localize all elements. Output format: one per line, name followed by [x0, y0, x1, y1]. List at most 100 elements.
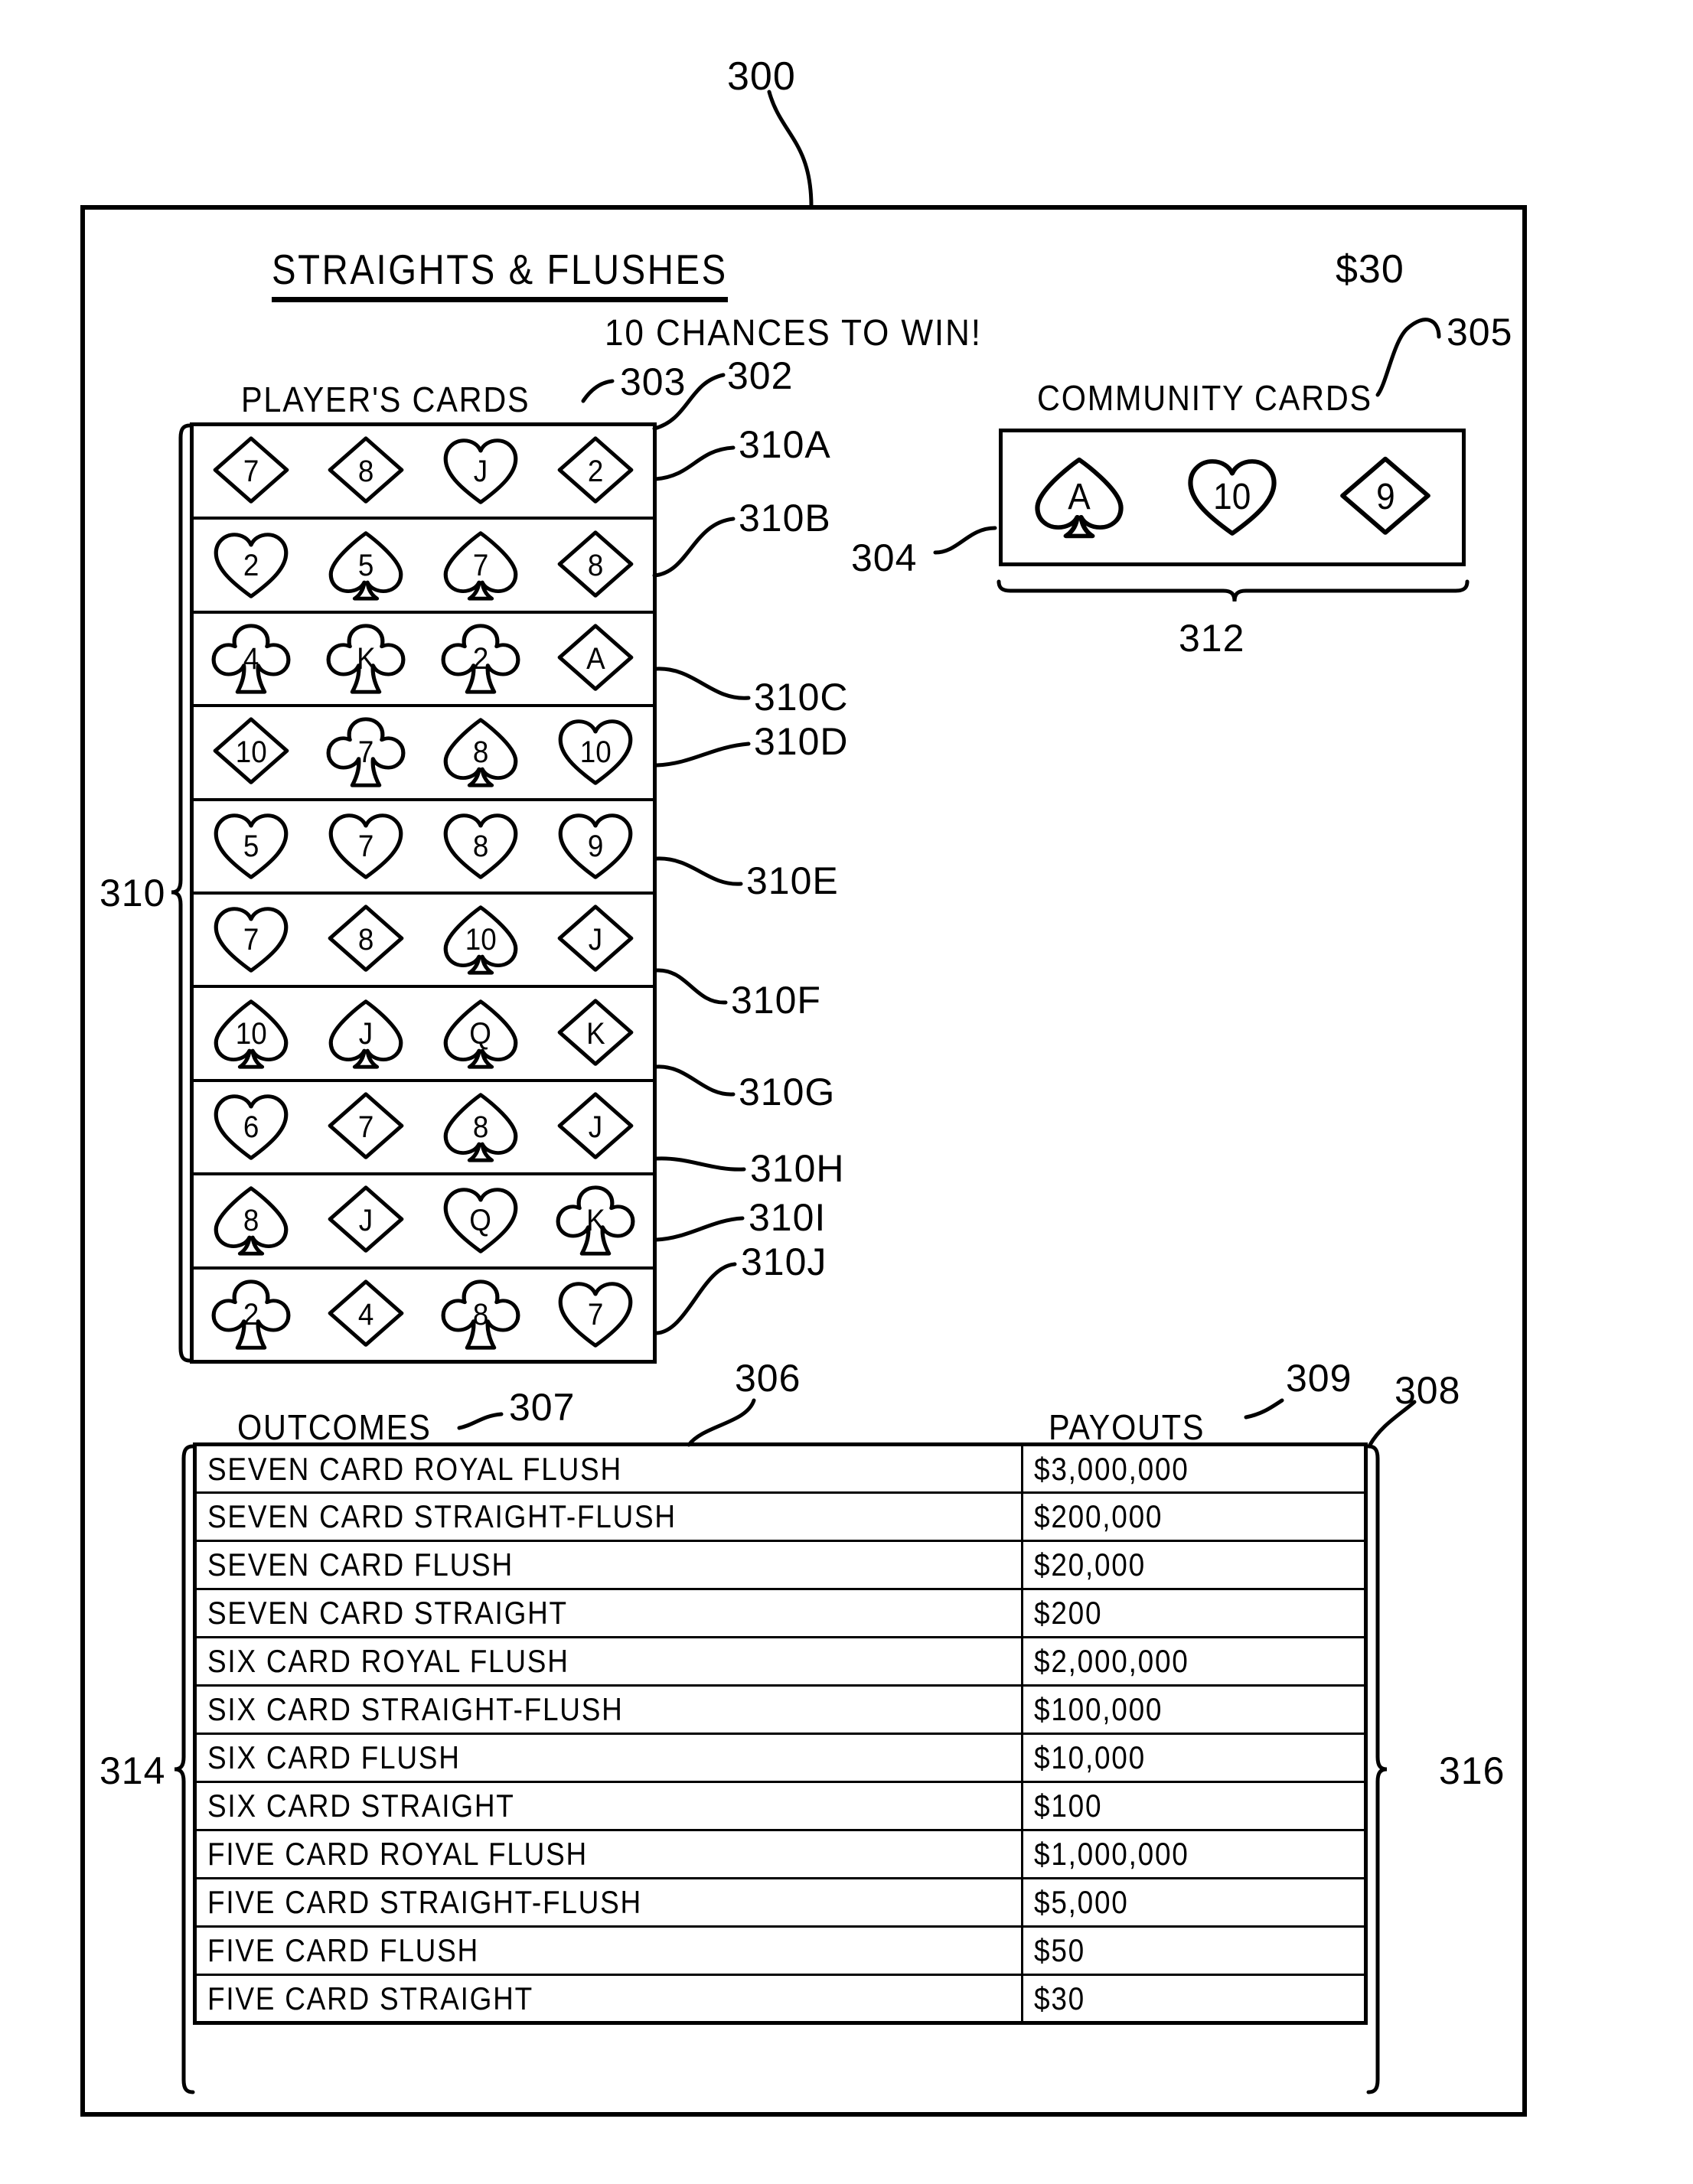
players-cards-grid: 7 8 J 2 2 5 7 8 4 K 2 A 10 7 8 10 5 7 8 9 7 8 10 J 10 J Q K 6 7 8 J 8 J Q K…	[190, 422, 657, 1364]
card-10-diamond: 10	[194, 707, 308, 797]
card-rank-label: 10	[1213, 477, 1251, 517]
ref-310H: 310H	[750, 1147, 845, 1190]
ref-303: 303	[620, 360, 687, 403]
paytable: SEVEN CARD ROYAL FLUSH $3,000,000 SEVEN CA…	[193, 1442, 1368, 2025]
players-cards-caption: PLAYER'S CARDS	[241, 380, 530, 419]
ref-310E: 310E	[746, 859, 839, 902]
ref-310I: 310I	[749, 1196, 827, 1239]
card-2-heart: 2	[194, 520, 308, 610]
card-rank-label: 7	[587, 1297, 604, 1332]
card-2-club: 2	[423, 614, 538, 704]
spade-suit-icon: 10	[211, 997, 291, 1071]
ref-310F: 310F	[731, 979, 821, 1022]
card-2-club: 2	[194, 1270, 308, 1360]
paytable-row: SIX CARD STRAIGHT $100	[193, 1781, 1367, 1831]
card-rank-label: 6	[243, 1110, 259, 1145]
card-8-spade: 8	[194, 1175, 308, 1266]
paytable-outcome-cell: FIVE CARD STRAIGHT	[193, 1974, 1024, 2024]
spade-suit-icon: 8	[441, 716, 520, 789]
paytable-outcome-cell: SEVEN CARD ROYAL FLUSH	[193, 1443, 1024, 1494]
card-8-diamond: 8	[308, 426, 423, 517]
paytable-outcome-cell: SEVEN CARD STRAIGHT	[193, 1588, 1024, 1638]
paytable-payout-cell: $30	[1021, 1974, 1367, 2024]
paytable-payout-cell: $200,000	[1021, 1491, 1367, 1542]
paytable-row: FIVE CARD STRAIGHT-FLUSH $5,000	[193, 1877, 1367, 1928]
card-rank-label: 7	[472, 548, 489, 582]
heart-suit-icon: 2	[211, 529, 291, 602]
card-7-heart: 7	[194, 895, 308, 985]
spade-suit-icon: J	[326, 997, 406, 1071]
diamond-suit-icon: 2	[556, 435, 635, 508]
card-10-spade: 10	[194, 988, 308, 1078]
card-rank-label: 10	[579, 735, 612, 770]
paytable-payout-cell: $100	[1021, 1781, 1367, 1831]
card-k-diamond: K	[538, 988, 653, 1078]
card-rank-label: K	[356, 642, 376, 676]
card-rank-label: 8	[472, 735, 489, 770]
paytable-outcome-cell: SEVEN CARD FLUSH	[193, 1540, 1024, 1590]
club-suit-icon: 7	[326, 716, 406, 789]
card-4-club: 4	[194, 614, 308, 704]
ref-310J: 310J	[741, 1240, 827, 1283]
diamond-suit-icon: 8	[556, 529, 635, 602]
card-rank-label: 7	[357, 735, 374, 770]
paytable-row: SEVEN CARD STRAIGHT $200	[193, 1588, 1367, 1638]
card-rank-label: A	[1068, 477, 1091, 517]
card-rank-label: J	[473, 455, 488, 489]
card-rank-label: 8	[472, 829, 489, 863]
card-rank-label: 7	[357, 829, 374, 863]
game-title: STRAIGHTS & FLUSHES	[272, 245, 728, 302]
card-rank-label: 7	[357, 1110, 374, 1145]
paytable-payout-cell: $50	[1021, 1925, 1367, 1976]
heart-suit-icon: 10	[1185, 455, 1280, 540]
card-rank-label: 4	[243, 642, 259, 676]
ref-305: 305	[1447, 311, 1513, 354]
paytable-payout-cell: $2,000,000	[1021, 1636, 1367, 1687]
paytable-outcome-cell: SIX CARD STRAIGHT-FLUSH	[193, 1684, 1024, 1735]
card-4-diamond: 4	[308, 1270, 423, 1360]
heart-suit-icon: 7	[211, 903, 291, 976]
card-8-spade: 8	[423, 1082, 538, 1172]
players-card-row: 6 7 8 J	[194, 1082, 653, 1176]
card-a-spade: A	[1003, 432, 1156, 562]
diamond-suit-icon: 8	[326, 903, 406, 976]
diamond-suit-icon: K	[556, 997, 635, 1071]
ref-304: 304	[851, 536, 918, 579]
ref-310A: 310A	[739, 423, 831, 466]
card-2-diamond: 2	[538, 426, 653, 517]
players-card-row: 10 7 8 10	[194, 707, 653, 801]
heart-suit-icon: 6	[211, 1090, 291, 1164]
paytable-outcome-cell: FIVE CARD ROYAL FLUSH	[193, 1829, 1024, 1879]
heart-suit-icon: J	[441, 435, 520, 508]
card-j-diamond: J	[538, 1082, 653, 1172]
card-7-club: 7	[308, 707, 423, 797]
players-card-row: 7 8 J 2	[194, 426, 653, 520]
card-rank-label: 8	[357, 455, 374, 489]
ref-307: 307	[509, 1386, 576, 1429]
diamond-suit-icon: 4	[326, 1278, 406, 1351]
card-8-heart: 8	[423, 801, 538, 892]
ref-316: 316	[1439, 1749, 1505, 1792]
club-suit-icon: 8	[441, 1278, 520, 1351]
card-7-diamond: 7	[308, 1082, 423, 1172]
card-rank-label: J	[358, 1016, 374, 1051]
spade-suit-icon: 8	[211, 1184, 291, 1257]
diamond-suit-icon: 7	[326, 1090, 406, 1164]
paytable-payout-cell: $20,000	[1021, 1540, 1367, 1590]
card-rank-label: 2	[243, 548, 259, 582]
paytable-row: SIX CARD STRAIGHT-FLUSH $100,000	[193, 1684, 1367, 1735]
community-cards-box: A 10 9	[999, 429, 1466, 566]
spade-suit-icon: 5	[326, 529, 406, 602]
ticket-price: $30	[1336, 247, 1404, 292]
card-j-heart: J	[423, 426, 538, 517]
paytable-row: SIX CARD ROYAL FLUSH $2,000,000	[193, 1636, 1367, 1687]
figure-number: 300	[727, 54, 796, 99]
ref-309: 309	[1286, 1357, 1352, 1400]
heart-suit-icon: 5	[211, 810, 291, 883]
players-card-row: 10 J Q K	[194, 988, 653, 1082]
ref-310: 310	[99, 872, 166, 914]
card-rank-label: 2	[587, 455, 604, 489]
card-q-spade: Q	[423, 988, 538, 1078]
card-rank-label: 2	[472, 642, 489, 676]
card-rank-label: 8	[472, 1297, 489, 1332]
